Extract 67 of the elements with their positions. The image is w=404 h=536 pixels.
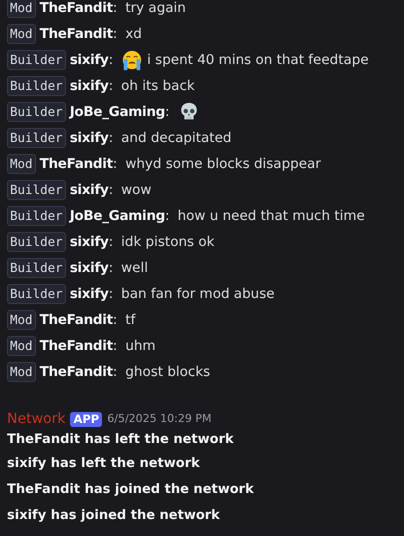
role-tag: Builder	[7, 180, 66, 200]
message-text: sixify has left the network	[7, 455, 201, 474]
app-badge: APP	[70, 412, 102, 426]
role-tag: Mod	[7, 0, 36, 18]
username: sixify	[70, 50, 109, 70]
message-text: uhm	[125, 336, 156, 356]
username: JoBe_Gaming	[70, 206, 166, 226]
colon: :	[112, 24, 118, 44]
username: JoBe_Gaming	[70, 102, 166, 122]
message-text: try again	[125, 0, 186, 18]
message-text: TheFandit has joined the network	[7, 481, 255, 500]
colon: :	[112, 154, 118, 174]
colon: :	[165, 206, 170, 226]
role-tag: Builder	[7, 232, 66, 252]
colon: :	[108, 258, 114, 278]
username: sixify	[70, 180, 109, 200]
username: TheFandit	[40, 154, 113, 174]
username: sixify	[70, 232, 109, 252]
username: sixify	[70, 258, 109, 278]
message-text: how u need that much time	[178, 206, 365, 226]
username: TheFandit	[40, 336, 113, 356]
message-text: well	[121, 258, 148, 278]
crying-face-icon	[121, 49, 144, 71]
timestamp: 6/5/2025 10:29 PM	[107, 410, 212, 427]
role-tag: Mod	[7, 24, 36, 44]
colon: :	[112, 0, 118, 18]
message-text: sixify has joined the network	[7, 507, 221, 526]
role-tag: Builder	[7, 284, 66, 304]
colon: :	[165, 102, 170, 122]
message-text: i spent 40 mins on that feedtape	[147, 50, 369, 70]
role-tag: Builder	[7, 50, 66, 70]
colon: :	[112, 336, 118, 356]
role-tag: Mod	[7, 336, 36, 356]
colon: :	[108, 50, 114, 70]
role-tag: Builder	[7, 102, 66, 122]
username: sixify	[70, 76, 109, 96]
colon: :	[108, 180, 114, 200]
username: TheFandit	[40, 362, 113, 382]
message-text: oh its back	[121, 76, 195, 96]
role-tag: Builder	[7, 206, 66, 226]
role-tag: Builder	[7, 258, 66, 278]
role-tag: Builder	[7, 76, 66, 96]
username: TheFandit	[40, 310, 113, 330]
colon: :	[112, 310, 118, 330]
message-text: idk pistons ok	[121, 232, 214, 252]
username: TheFandit	[40, 0, 113, 18]
author-name: Network	[7, 410, 66, 428]
role-tag: Mod	[7, 154, 36, 174]
colon: :	[108, 284, 114, 304]
colon: :	[112, 362, 118, 382]
username: TheFandit	[40, 24, 113, 44]
colon: :	[108, 128, 114, 148]
message-text: ban fan for mod abuse	[121, 284, 275, 304]
message-text: ghost blocks	[125, 362, 210, 382]
role-tag: Builder	[7, 128, 66, 148]
username: sixify	[70, 284, 109, 304]
message-text: xd	[125, 24, 142, 44]
message-text: TheFandit has left the network	[7, 431, 235, 450]
role-tag: Mod	[7, 310, 36, 330]
username: sixify	[70, 128, 109, 148]
message-text: tf	[125, 310, 136, 330]
message-text: whyd some blocks disappear	[125, 154, 321, 174]
message-text: and decapitated	[121, 128, 232, 148]
colon: :	[108, 232, 114, 252]
message-text: wow	[121, 180, 152, 200]
role-tag: Mod	[7, 362, 36, 382]
colon: :	[108, 76, 114, 96]
